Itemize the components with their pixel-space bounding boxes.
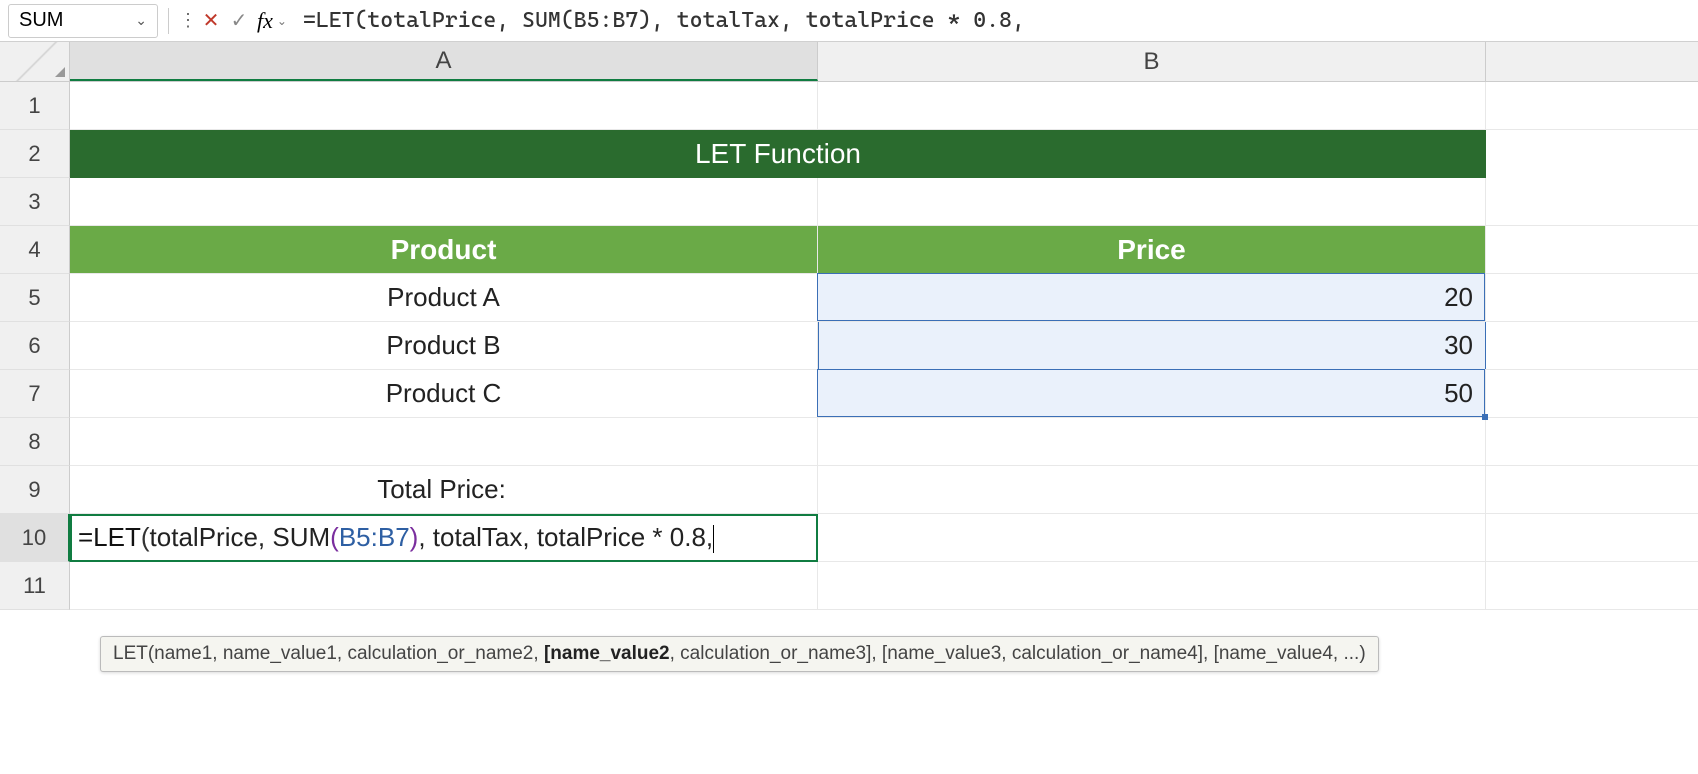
divider xyxy=(168,8,169,34)
col-head-b[interactable]: B xyxy=(818,42,1486,81)
formula-bar: SUM ⌄ ⋮ ✕ ✓ fx ⌄ =LET(totalPrice, SUM(B5… xyxy=(0,0,1698,42)
cell-B10[interactable] xyxy=(818,514,1486,561)
text-cursor xyxy=(713,525,714,553)
cell-A1[interactable] xyxy=(70,82,818,129)
cell-B6[interactable]: 30 xyxy=(818,322,1486,369)
select-all-corner[interactable] xyxy=(0,42,70,82)
row-head-3[interactable]: 3 xyxy=(0,178,70,226)
cell-B3[interactable] xyxy=(818,178,1486,225)
cancel-icon[interactable]: ✕ xyxy=(197,7,225,35)
cell-A11[interactable] xyxy=(70,562,818,609)
row-10: =LET(totalPrice, SUM(B5:B7), totalTax, t… xyxy=(70,514,1698,562)
column-headers: A B xyxy=(70,42,1698,82)
cell-A7[interactable]: Product C xyxy=(70,370,818,417)
accept-icon[interactable]: ✓ xyxy=(225,7,253,35)
grid: A B LET Function Product Price Product A… xyxy=(70,42,1698,610)
cell-A6[interactable]: Product B xyxy=(70,322,818,369)
cell-B9[interactable] xyxy=(818,466,1486,513)
header-product[interactable]: Product xyxy=(70,226,818,273)
spreadsheet: 1 2 3 4 5 6 7 8 9 10 11 A B LET Function… xyxy=(0,42,1698,610)
row-11 xyxy=(70,562,1698,610)
row-4: Product Price xyxy=(70,226,1698,274)
name-box-value: SUM xyxy=(19,9,63,32)
row-3 xyxy=(70,178,1698,226)
more-icon[interactable]: ⋮ xyxy=(179,10,197,31)
row-head-5[interactable]: 5 xyxy=(0,274,70,322)
row-head-7[interactable]: 7 xyxy=(0,370,70,418)
cell-B11[interactable] xyxy=(818,562,1486,609)
chevron-down-icon[interactable]: ⌄ xyxy=(277,14,287,28)
row-7: Product C 50 xyxy=(70,370,1698,418)
formula-tooltip: LET(name1, name_value1, calculation_or_n… xyxy=(100,636,1379,672)
cell-B5[interactable]: 20 xyxy=(818,274,1486,321)
row-9: Total Price: xyxy=(70,466,1698,514)
row-6: Product B 30 xyxy=(70,322,1698,370)
row-5: Product A 20 xyxy=(70,274,1698,322)
row-head-6[interactable]: 6 xyxy=(0,322,70,370)
cell-A8[interactable] xyxy=(70,418,818,465)
row-head-4[interactable]: 4 xyxy=(0,226,70,274)
row-head-10[interactable]: 10 xyxy=(0,514,70,562)
col-head-a[interactable]: A xyxy=(70,42,818,81)
chevron-down-icon[interactable]: ⌄ xyxy=(135,12,147,29)
row-head-1[interactable]: 1 xyxy=(0,82,70,130)
row-8 xyxy=(70,418,1698,466)
cell-A3[interactable] xyxy=(70,178,818,225)
cell-B8[interactable] xyxy=(818,418,1486,465)
header-price[interactable]: Price xyxy=(818,226,1486,273)
row-head-2[interactable]: 2 xyxy=(0,130,70,178)
cell-A9[interactable]: Total Price: xyxy=(70,466,818,513)
fx-icon[interactable]: fx xyxy=(257,8,273,34)
cell-B1[interactable] xyxy=(818,82,1486,129)
cell-B7[interactable]: 50 xyxy=(818,370,1486,417)
row-head-9[interactable]: 9 xyxy=(0,466,70,514)
row-headers: 1 2 3 4 5 6 7 8 9 10 11 xyxy=(0,42,70,610)
title-cell[interactable]: LET Function xyxy=(70,130,1486,178)
row-head-11[interactable]: 11 xyxy=(0,562,70,610)
cell-A5[interactable]: Product A xyxy=(70,274,818,321)
row-1 xyxy=(70,82,1698,130)
row-2: LET Function xyxy=(70,130,1698,178)
formula-bar-input[interactable]: =LET(totalPrice, SUM(B5:B7), totalTax, t… xyxy=(303,8,1690,33)
row-head-8[interactable]: 8 xyxy=(0,418,70,466)
name-box[interactable]: SUM ⌄ xyxy=(8,4,158,38)
cell-A10-editing[interactable]: =LET(totalPrice, SUM(B5:B7), totalTax, t… xyxy=(70,514,818,561)
cell-formula-text: =LET(totalPrice, SUM(B5:B7), totalTax, t… xyxy=(78,522,714,553)
